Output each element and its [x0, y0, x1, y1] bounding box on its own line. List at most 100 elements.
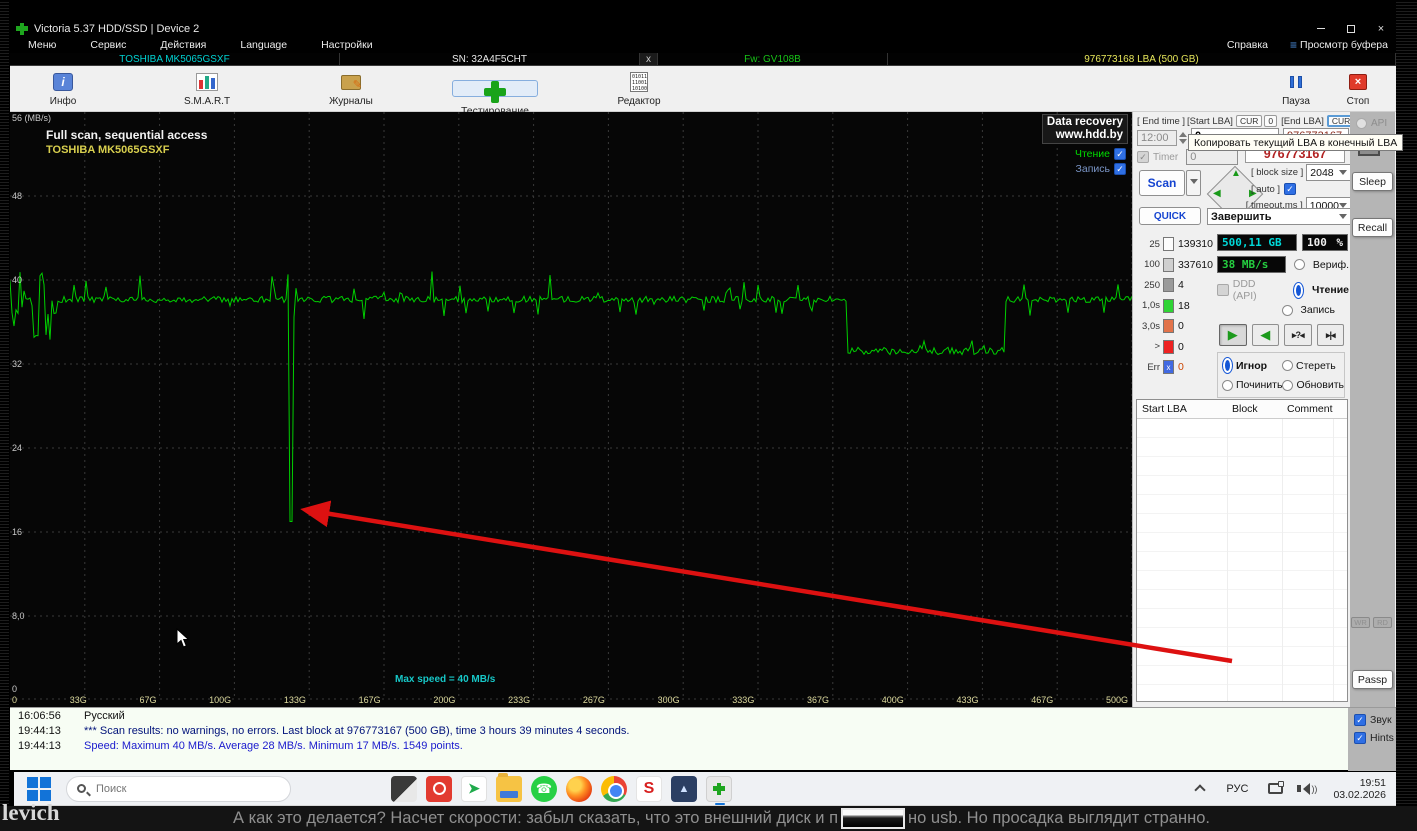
- ddd-checkbox[interactable]: [1217, 284, 1229, 296]
- verify-radio[interactable]: [1294, 259, 1305, 270]
- minimize-button[interactable]: [1306, 20, 1336, 37]
- write-radio[interactable]: [1282, 305, 1293, 316]
- victoria-taskbar-icon[interactable]: [706, 776, 732, 802]
- whatsapp-icon[interactable]: ☎: [531, 776, 557, 802]
- read-radio[interactable]: [1293, 282, 1304, 299]
- device-close-button[interactable]: x: [640, 53, 658, 65]
- victoria-window: Victoria 5.37 HDD/SSD | Device 2 × Меню …: [10, 20, 1396, 770]
- quick-button[interactable]: QUICK: [1139, 207, 1201, 225]
- scan-button[interactable]: Scan: [1139, 170, 1185, 196]
- timer-checkbox[interactable]: ✓: [1137, 151, 1149, 163]
- jump-to-end-button[interactable]: ▸|◂: [1317, 324, 1345, 346]
- info-button[interactable]: i Инфо: [20, 68, 106, 110]
- pause-icon: [1288, 76, 1304, 88]
- menu-item-service[interactable]: Сервис: [86, 39, 130, 51]
- device-capacity: 976773168 LBA (500 GB): [888, 53, 1396, 65]
- scan-forward-button[interactable]: ▶: [1219, 324, 1247, 346]
- log-time: 16:06:56: [18, 710, 70, 722]
- left-edge-decoration: [0, 0, 9, 831]
- timer-app-icon[interactable]: [426, 776, 452, 802]
- x-axis-label: 433G: [957, 695, 979, 707]
- restore-button[interactable]: [1336, 20, 1366, 37]
- scan-dropdown-button[interactable]: [1186, 170, 1201, 196]
- chrome-icon[interactable]: [601, 776, 627, 802]
- api-option[interactable]: API: [1356, 118, 1387, 129]
- menu-item-menu[interactable]: Меню: [24, 39, 60, 51]
- scan-graph: 56 (MB/s) 48 40 32 24 16 8,0 0 0 33G 67G…: [10, 112, 1132, 707]
- seek-up-icon[interactable]: ▲: [1231, 168, 1241, 179]
- smart-button[interactable]: S.M.A.R.T: [164, 68, 250, 110]
- share-app-icon[interactable]: ➤: [461, 776, 487, 802]
- buffer-view-button[interactable]: ≡ Просмотр буфера: [1290, 38, 1388, 52]
- block-size-select[interactable]: 2048: [1306, 164, 1351, 181]
- scan-backward-button[interactable]: ◀: [1252, 324, 1280, 346]
- sleep-button[interactable]: Sleep: [1352, 172, 1393, 191]
- timer-input[interactable]: [1186, 149, 1238, 165]
- sound-option[interactable]: ✓ Звук: [1354, 714, 1396, 726]
- watermark-line1: Data recovery: [1047, 116, 1123, 129]
- passport-button[interactable]: Passp: [1352, 670, 1393, 689]
- start-button[interactable]: [26, 776, 52, 802]
- sound-checkbox[interactable]: ✓: [1354, 714, 1366, 726]
- network-icon[interactable]: [1268, 783, 1283, 794]
- spin-up-icon[interactable]: [1179, 128, 1187, 137]
- start-lba-label: [Start LBA]: [1187, 116, 1233, 127]
- read-label: Чтение: [1312, 284, 1349, 296]
- restore-icon: [1347, 25, 1355, 33]
- speaker-icon[interactable]: )): [1297, 783, 1317, 795]
- recall-button[interactable]: Recall: [1352, 218, 1393, 237]
- end-time-spinner[interactable]: 12:00: [1137, 128, 1187, 148]
- log-row: 16:06:56 Русский: [10, 708, 1396, 723]
- editor-button[interactable]: 010110 110011 101001 Редактор: [596, 68, 682, 110]
- photos-app-icon[interactable]: ▲: [671, 776, 697, 802]
- stat-swatch: [1163, 299, 1174, 313]
- menu-item-settings[interactable]: Настройки: [317, 39, 377, 51]
- taskbar-clock[interactable]: 19:51 03.02.2026: [1333, 777, 1386, 801]
- x-axis-label: 200G: [433, 695, 455, 707]
- taskbar-search[interactable]: [66, 776, 291, 802]
- wr-button[interactable]: WR: [1351, 617, 1370, 628]
- defect-table[interactable]: Start LBA Block Comment: [1136, 399, 1348, 702]
- menu-item-actions[interactable]: Действия: [156, 39, 210, 51]
- max-speed-note: Max speed = 40 MB/s: [395, 674, 495, 685]
- jump-to-defect-button[interactable]: ▸?◂: [1284, 324, 1312, 346]
- legend-write-checkbox[interactable]: ✓: [1114, 163, 1126, 175]
- testing-button[interactable]: Тестирование: [452, 80, 538, 97]
- file-explorer-icon[interactable]: [496, 776, 522, 802]
- log-side-panel: ✓ Звук ✓ Hints: [1348, 708, 1396, 771]
- tray-chevron-icon[interactable]: [1195, 784, 1206, 795]
- menu-item-language[interactable]: Language: [236, 39, 291, 51]
- menu-item-help[interactable]: Справка: [1223, 39, 1272, 51]
- buffer-view-label: Просмотр буфера: [1300, 39, 1388, 51]
- completion-action-select[interactable]: Завершить: [1207, 208, 1351, 225]
- taskbar: ➤ ☎ S ▲ РУС )) 19:51 03.02.2026: [14, 772, 1396, 806]
- speed-lcd: 38 MB/s: [1217, 256, 1286, 273]
- hints-option[interactable]: ✓ Hints: [1354, 732, 1396, 744]
- auto-checkbox[interactable]: ✓: [1284, 183, 1296, 195]
- desktop-app-icon[interactable]: [391, 776, 417, 802]
- pause-button[interactable]: Пауза: [1272, 68, 1320, 110]
- smart-bars-icon: [196, 73, 218, 91]
- seek-left-icon[interactable]: ◀: [1213, 188, 1221, 199]
- red-s-app-icon[interactable]: S: [636, 776, 662, 802]
- spin-down-icon[interactable]: [1179, 139, 1187, 148]
- legend-read-checkbox[interactable]: ✓: [1114, 148, 1126, 160]
- rd-button[interactable]: RD: [1373, 617, 1392, 628]
- stat-row: Errx0: [1135, 357, 1213, 378]
- repair-option[interactable]: Починить: [1222, 379, 1282, 391]
- stop-button[interactable]: × Стоп: [1334, 68, 1382, 110]
- erase-option[interactable]: Стереть: [1282, 357, 1342, 374]
- start-lba-cur-button[interactable]: CUR: [1236, 115, 1262, 127]
- start-lba-zero-button[interactable]: 0: [1264, 115, 1277, 127]
- hints-checkbox[interactable]: ✓: [1354, 732, 1366, 744]
- pencil-icon: ✎: [353, 78, 362, 91]
- firefox-icon[interactable]: [566, 776, 592, 802]
- auto-label: [ auto ]: [1251, 184, 1280, 195]
- close-button[interactable]: ×: [1366, 20, 1396, 37]
- refresh-option[interactable]: Обновить: [1282, 379, 1344, 391]
- ignore-option[interactable]: Игнор: [1222, 357, 1282, 374]
- language-indicator[interactable]: РУС: [1226, 783, 1248, 795]
- journals-button[interactable]: ✎ Журналы: [308, 68, 394, 110]
- search-input[interactable]: [94, 782, 244, 796]
- pause-label: Пауза: [1282, 96, 1310, 107]
